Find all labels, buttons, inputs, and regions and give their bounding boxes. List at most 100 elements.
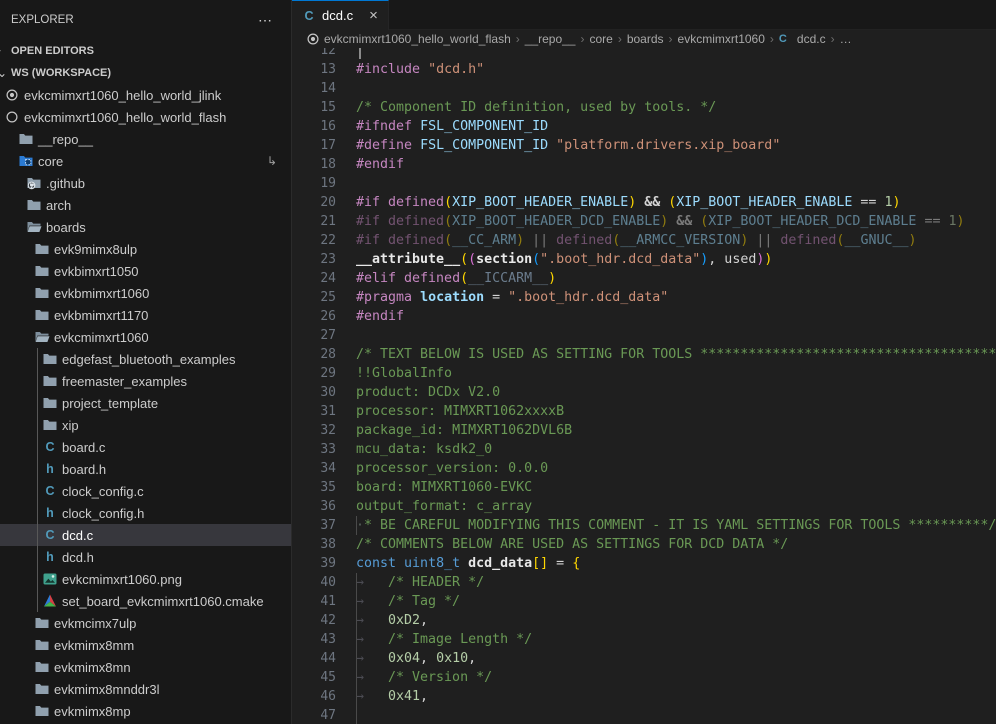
code-line[interactable]: 37·* BE CAREFUL MODIFYING THIS COMMENT -… [292, 516, 996, 535]
code-lines: 1213#include "dcd.h"1415/* Component ID … [292, 48, 996, 724]
tree-item[interactable]: evkmimx8mp [0, 700, 291, 722]
code-token: && [644, 195, 660, 210]
code-line[interactable]: 36output_format: c_array [292, 497, 996, 516]
tree-item[interactable]: evkmimx8mm [0, 634, 291, 656]
folder-github-icon [26, 175, 42, 191]
code-token: #define [356, 138, 412, 153]
code-line[interactable]: 19 [292, 174, 996, 193]
code-line[interactable]: 47 [292, 706, 996, 724]
tab-dcd-c[interactable]: C dcd.c × [292, 0, 389, 30]
code-line[interactable]: 25#pragma location = ".boot_hdr.dcd_data… [292, 288, 996, 307]
code-line[interactable]: 46→0x41, [292, 687, 996, 706]
code-line[interactable]: 26#endif [292, 307, 996, 326]
code-line[interactable]: 24#elif defined(__ICCARM__) [292, 269, 996, 288]
code-token: section [476, 252, 532, 267]
tree-item[interactable]: freemaster_examples [0, 370, 291, 392]
tree-item[interactable]: evkmcimx7ulp [0, 612, 291, 634]
breadcrumb-item[interactable]: Cdcd.c [779, 32, 826, 46]
tree-item[interactable]: __repo__ [0, 128, 291, 150]
breadcrumb-item-label: __repo__ [525, 32, 576, 46]
code-line[interactable]: 33mcu_data: ksdk2_0 [292, 440, 996, 459]
tree-item[interactable]: evkcmimxrt1060_hello_world_flash [0, 106, 291, 128]
code-line[interactable]: 16#ifndef FSL_COMPONENT_ID [292, 117, 996, 136]
line-number: 37 [292, 516, 336, 535]
code-line[interactable]: 38/* COMMENTS BELOW ARE USED AS SETTINGS… [292, 535, 996, 554]
code-line[interactable]: 18#endif [292, 155, 996, 174]
tree-item[interactable]: core↳ [0, 150, 291, 172]
tree-item[interactable]: project_template [0, 392, 291, 414]
code-line[interactable]: 43→/* Image Length */ [292, 630, 996, 649]
tree-item[interactable]: set_board_evkcmimxrt1060.cmake [0, 590, 291, 612]
tree-item[interactable]: evkmimx8mn [0, 656, 291, 678]
code-token: = [548, 556, 572, 571]
tree-item[interactable]: .github [0, 172, 291, 194]
tree-item[interactable]: evkcmimxrt1060.png [0, 568, 291, 590]
code-line[interactable]: 31processor: MIMXRT1062xxxxB [292, 402, 996, 421]
code-line[interactable]: 13#include "dcd.h" [292, 60, 996, 79]
tree-item-label: .github [46, 176, 85, 191]
tree-item[interactable]: edgefast_bluetooth_examples [0, 348, 291, 370]
code-line[interactable]: 41→/* Tag */ [292, 592, 996, 611]
explorer-sidebar: EXPLORER ⋯ › OPEN EDITORS ⌄ WS (WORKSPAC… [0, 0, 291, 724]
code-token: defined [556, 233, 612, 248]
tree-item[interactable]: Cclock_config.c [0, 480, 291, 502]
tree-item[interactable]: arch [0, 194, 291, 216]
tree-item[interactable]: evkcmimxrt1060_hello_world_jlink [0, 84, 291, 106]
more-actions-icon[interactable]: ⋯ [258, 12, 273, 29]
code-line[interactable]: 30 product: DCDx V2.0 [292, 383, 996, 402]
code-token: ( [460, 271, 468, 286]
code-line[interactable]: 44→0x04, 0x10, [292, 649, 996, 668]
code-token [412, 119, 420, 134]
code-line[interactable]: 20#if defined(XIP_BOOT_HEADER_ENABLE) &&… [292, 193, 996, 212]
breadcrumb-item-label: … [840, 32, 852, 46]
code-line[interactable]: 45→/* Version */ [292, 668, 996, 687]
code-line[interactable]: 17#define FSL_COMPONENT_ID "platform.dri… [292, 136, 996, 155]
code-line[interactable]: 28/* TEXT BELOW IS USED AS SETTING FOR T… [292, 345, 996, 364]
tree-item[interactable]: hclock_config.h [0, 502, 291, 524]
breadcrumb-item[interactable]: boards [627, 32, 664, 46]
breadcrumb-item[interactable]: evkcmimxrt1060 [678, 32, 765, 46]
tree-item[interactable]: xip [0, 414, 291, 436]
workspace-section[interactable]: ⌄ WS (WORKSPACE) [0, 62, 291, 84]
code-line[interactable]: 35board: MIMXRT1060-EVKC [292, 478, 996, 497]
tree-item[interactable]: evkbimxrt1050 [0, 260, 291, 282]
tree-item[interactable]: Cdcd.c [0, 524, 291, 546]
line-number: 30 [292, 383, 336, 402]
code-line[interactable]: 22#if defined(__CC_ARM) || defined(__ARM… [292, 231, 996, 250]
code-line[interactable]: 39const uint8_t dcd_data[] = { [292, 554, 996, 573]
code-editor[interactable]: 1213#include "dcd.h"1415/* Component ID … [292, 48, 996, 724]
code-line[interactable]: 12 [292, 48, 996, 60]
close-icon[interactable]: × [367, 8, 380, 23]
code-token: #if defined [356, 214, 444, 229]
tree-item[interactable]: boards [0, 216, 291, 238]
tree-item[interactable]: evkbmimxrt1170 [0, 304, 291, 326]
breadcrumb-item[interactable]: … [840, 32, 852, 46]
tree-item[interactable]: evkcmimxrt1060 [0, 326, 291, 348]
code-line[interactable]: 42→0xD2, [292, 611, 996, 630]
breadcrumb-item[interactable]: __repo__ [525, 32, 576, 46]
code-line[interactable]: 32package_id: MIMXRT1062DVL6B [292, 421, 996, 440]
code-token: 0x04 [388, 651, 420, 666]
tree-item-label: dcd.c [62, 528, 93, 543]
code-line[interactable]: 15/* Component ID definition, used by to… [292, 98, 996, 117]
tree-item[interactable]: hdcd.h [0, 546, 291, 568]
code-line[interactable]: 34processor_version: 0.0.0 [292, 459, 996, 478]
open-editors-section[interactable]: › OPEN EDITORS [0, 40, 291, 62]
tree-item-label: boards [46, 220, 86, 235]
code-line[interactable]: 14 [292, 79, 996, 98]
tree-item[interactable]: hboard.h [0, 458, 291, 480]
code-line[interactable]: 21#if defined(XIP_BOOT_HEADER_DCD_ENABLE… [292, 212, 996, 231]
tree-item[interactable]: evkmimx8mnddr3l [0, 678, 291, 700]
line-number: 22 [292, 231, 336, 250]
tree-item[interactable]: Cboard.c [0, 436, 291, 458]
code-line[interactable]: 27 [292, 326, 996, 345]
code-line-content: product: DCDx V2.0 [356, 383, 500, 402]
tree-item[interactable]: evk9mimx8ulp [0, 238, 291, 260]
line-number: 12 [292, 48, 336, 60]
code-line[interactable]: 23__attribute__((section(".boot_hdr.dcd_… [292, 250, 996, 269]
breadcrumb-item[interactable]: core [589, 32, 612, 46]
code-line[interactable]: 40→/* HEADER */ [292, 573, 996, 592]
tree-item[interactable]: evkbmimxrt1060 [0, 282, 291, 304]
code-line[interactable]: 29!!GlobalInfo [292, 364, 996, 383]
breadcrumb-item[interactable]: evkcmimxrt1060_hello_world_flash [306, 32, 511, 46]
